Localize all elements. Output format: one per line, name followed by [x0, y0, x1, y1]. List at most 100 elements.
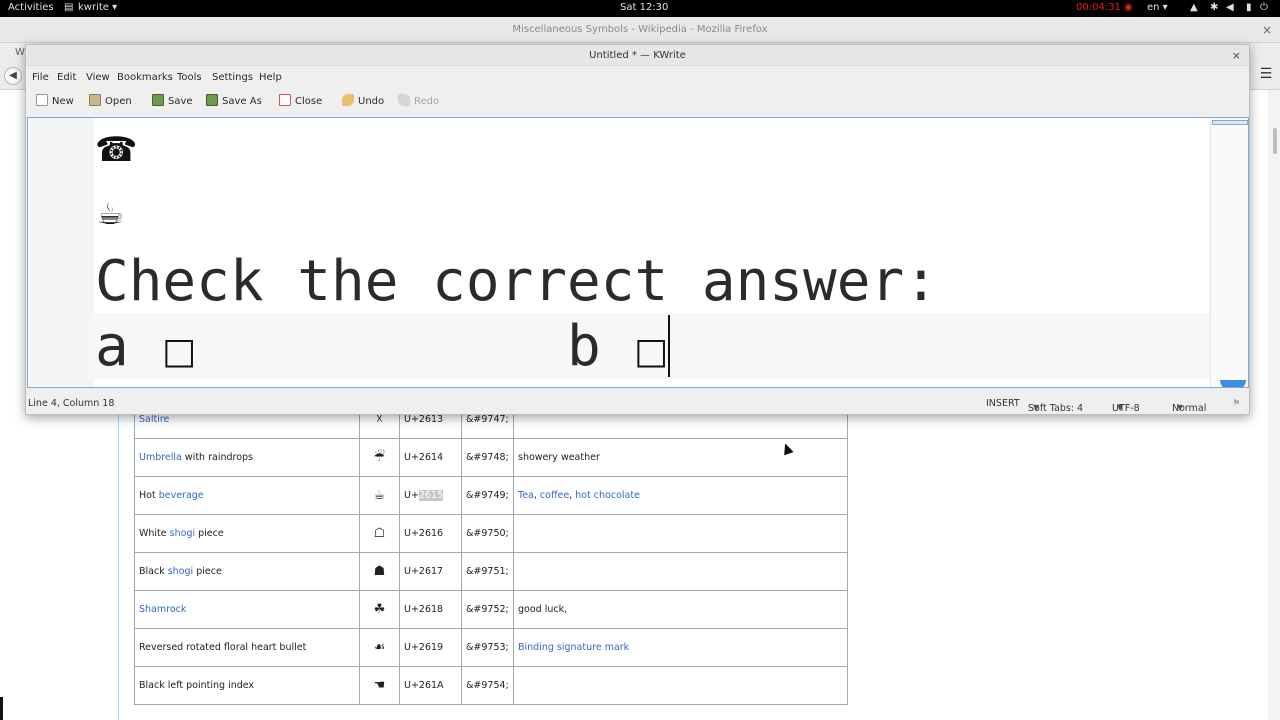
symbol-glyph-cell: ☗: [359, 552, 400, 591]
save-label: Save: [168, 96, 193, 107]
undo-button[interactable]: Undo: [342, 94, 384, 110]
bluetooth-icon[interactable]: ✱: [1210, 2, 1218, 13]
wiki-link[interactable]: Saltire: [139, 414, 169, 425]
option-a-label: a: [95, 314, 129, 379]
wiki-link[interactable]: Binding signature mark: [518, 642, 629, 653]
notes-cell: showery weather: [513, 438, 848, 477]
option-b-checkbox: □: [634, 331, 669, 372]
language-selector[interactable]: en ▾: [1147, 2, 1168, 13]
encoding-dropdown-icon: ▼: [1117, 403, 1124, 412]
activities-button[interactable]: Activities: [8, 2, 54, 13]
redo-button[interactable]: Redo: [398, 94, 439, 110]
table-row: White shogi piece ☖ U+2616 &#9750;: [134, 514, 848, 553]
menu-bookmarks[interactable]: Bookmarks: [117, 72, 173, 83]
top-bar: Activities ▤ kwrite ▾ Sat 12:30 00:04:31…: [0, 0, 1280, 17]
kwrite-window-title: Untitled * — KWrite: [589, 50, 686, 61]
recording-icon[interactable]: ◉: [1124, 2, 1133, 13]
html-entity-cell: &#9754;: [461, 666, 514, 705]
cell-text: Black left pointing index: [139, 680, 255, 691]
undo-icon: [342, 94, 354, 106]
close-button[interactable]: Close: [279, 94, 322, 110]
back-arrow-icon[interactable]: ◀: [4, 67, 22, 85]
wiki-link[interactable]: shogi: [168, 566, 193, 577]
cell-text: piece: [195, 528, 224, 539]
cursor-position[interactable]: Line 4, Column 18: [28, 398, 114, 409]
table-row: Black shogi piece ☗ U+2617 &#9751;: [134, 552, 848, 591]
redo-label: Redo: [414, 96, 440, 107]
firefox-scrollbar[interactable]: [1268, 90, 1280, 720]
symbol-glyph-cell: ☖: [359, 514, 400, 553]
html-entity-cell: &#9753;: [461, 628, 514, 667]
symbol-glyph-cell: ☕: [359, 476, 400, 515]
html-entity-cell: &#9749;: [461, 476, 514, 515]
open-button[interactable]: Open: [89, 94, 132, 110]
symbol-name-cell: Umbrella with raindrops: [134, 438, 360, 477]
firefox-close-icon[interactable]: ×: [1262, 17, 1272, 43]
folder-open-icon: [89, 94, 101, 106]
wiki-link[interactable]: Shamrock: [139, 604, 186, 615]
html-entity-cell: &#9748;: [461, 438, 514, 477]
save-as-button[interactable]: Save As: [206, 94, 262, 110]
save-as-icon: [206, 94, 218, 106]
menu-help[interactable]: Help: [259, 72, 282, 83]
wiki-link[interactable]: coffee: [540, 490, 569, 501]
power-icon[interactable]: ⏻: [1260, 2, 1268, 13]
wifi-icon[interactable]: ▲: [1190, 2, 1198, 13]
code-point-cell: U+2616: [399, 514, 462, 553]
menu-view[interactable]: View: [86, 72, 110, 83]
table-row: Black left pointing index ☚ U+261A &#9754;: [134, 666, 848, 705]
minimap-viewport[interactable]: [1212, 120, 1248, 125]
menu-file[interactable]: File: [32, 72, 49, 83]
menu-edit[interactable]: Edit: [57, 72, 76, 83]
cell-text: with raindrops: [181, 452, 253, 463]
cell-text: White: [139, 528, 170, 539]
symbol-glyph-cell: ☙: [359, 628, 400, 667]
notes-cell: good luck,: [513, 590, 848, 629]
code-point-cell: U+2618: [399, 590, 462, 629]
selected-text[interactable]: 2615: [418, 490, 444, 501]
text-editor[interactable]: ☎ ☕ Check the correct answer: a □ b □: [27, 117, 1249, 388]
undo-label: Undo: [358, 96, 385, 107]
minimap[interactable]: [1210, 118, 1248, 387]
html-entity-cell: &#9750;: [461, 514, 514, 553]
notes-cell: [513, 514, 848, 553]
save-button[interactable]: Save: [152, 94, 193, 110]
text-cursor: [668, 315, 670, 377]
insert-mode[interactable]: INSERT: [986, 398, 1020, 409]
spellcheck-icon[interactable]: ⚑: [1232, 398, 1241, 409]
menu-settings[interactable]: Settings: [212, 72, 253, 83]
code-point-cell: U+2619: [399, 628, 462, 667]
app-menu-button[interactable]: kwrite ▾: [78, 2, 117, 13]
editor-gutter: [28, 118, 94, 387]
save-as-label: Save As: [222, 96, 262, 107]
firefox-scrollbar-thumb[interactable]: [1273, 128, 1277, 154]
hot-beverage-symbol: ☕: [97, 197, 124, 232]
wiki-link[interactable]: Tea: [518, 490, 534, 501]
menu-tools[interactable]: Tools: [177, 72, 202, 83]
kwrite-close-icon[interactable]: ×: [1232, 45, 1241, 66]
battery-icon[interactable]: ▮: [1246, 2, 1252, 13]
firefox-window-title: Miscellaneous Symbols - Wikipedia - Mozi…: [512, 24, 768, 35]
symbol-name-cell: Black left pointing index: [134, 666, 360, 705]
code-prefix: U+: [404, 490, 419, 501]
symbol-name-cell: White shogi piece: [134, 514, 360, 553]
firefox-tab-favicon[interactable]: W: [15, 47, 25, 58]
wiki-link[interactable]: shogi: [170, 528, 195, 539]
table-row: Shamrock ☘ U+2618 &#9752; good luck,: [134, 590, 848, 629]
new-button[interactable]: New: [36, 94, 74, 110]
clock[interactable]: Sat 12:30: [620, 2, 668, 13]
symbol-glyph-cell: ☚: [359, 666, 400, 705]
volume-icon[interactable]: ◀: [1226, 2, 1234, 13]
kwrite-titlebar[interactable]: Untitled * — KWrite ×: [26, 45, 1249, 66]
table-row: Hot beverage ☕ U+2615 &#9749; Tea, coffee, h…: [134, 476, 848, 515]
code-point-cell: U+261A: [399, 666, 462, 705]
tabs-dropdown-icon: ▼: [1033, 403, 1040, 412]
app-menu-icon[interactable]: ▤: [64, 2, 73, 13]
wiki-link[interactable]: beverage: [159, 490, 204, 501]
hamburger-menu-icon[interactable]: ☰: [1258, 66, 1274, 82]
option-a-checkbox: □: [162, 331, 197, 372]
wiki-link[interactable]: Umbrella: [139, 452, 182, 463]
save-icon: [152, 94, 164, 106]
wiki-link[interactable]: hot chocolate: [575, 490, 640, 501]
code-point-cell: U+2615: [399, 476, 462, 515]
